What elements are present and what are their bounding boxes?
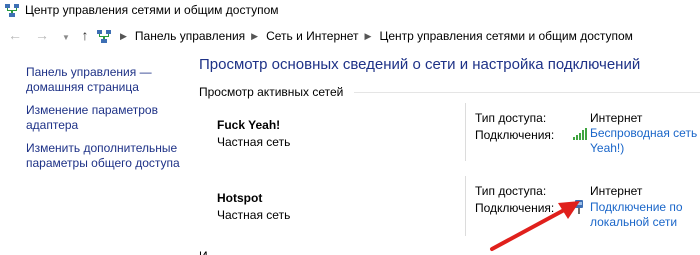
page-title: Просмотр основных сведений о сети и наст… bbox=[199, 56, 641, 73]
network-center-icon bbox=[5, 4, 19, 17]
wifi-signal-icon bbox=[573, 128, 587, 140]
sidebar-link-control-panel-home[interactable]: Панель управления — домашняя страница bbox=[26, 65, 186, 95]
network-name: Hotspot bbox=[217, 191, 263, 205]
forward-arrow-icon[interactable]: → bbox=[33, 26, 51, 44]
breadcrumb-chevron-icon[interactable]: ▶ bbox=[120, 31, 127, 42]
title-bar: Центр управления сетями и общим доступом bbox=[0, 0, 700, 22]
breadcrumb-network-center[interactable]: Центр управления сетями и общим доступом bbox=[379, 29, 633, 43]
back-arrow-icon[interactable]: ← bbox=[6, 26, 24, 44]
sidebar-link-line: Изменение параметров bbox=[26, 103, 158, 117]
connection-link-wireless[interactable]: Беспроводная сеть (Fuck Yeah!) bbox=[590, 126, 700, 156]
sidebar-link-line: Изменить дополнительные bbox=[26, 141, 178, 155]
sidebar-link-line: домашняя страница bbox=[26, 80, 139, 94]
section-divider bbox=[354, 92, 700, 93]
sidebar-link-line: адаптера bbox=[26, 118, 79, 132]
sidebar-link-advanced-sharing[interactable]: Изменить дополнительные параметры общего… bbox=[26, 141, 186, 171]
access-type-value: Интернет bbox=[590, 111, 643, 125]
access-type-label: Тип доступа: bbox=[475, 111, 547, 125]
connection-link-line: локальной сети bbox=[590, 215, 678, 229]
red-annotation-arrow-icon bbox=[490, 201, 580, 251]
breadcrumb-chevron-icon[interactable]: ▶ bbox=[365, 31, 372, 42]
connection-link-line: Подключение по bbox=[590, 200, 683, 214]
network-type: Частная сеть bbox=[217, 135, 291, 149]
section-label-active-networks: Просмотр активных сетей bbox=[199, 85, 344, 99]
connection-link-line: Беспроводная сеть (Fuck bbox=[590, 126, 700, 140]
access-type-value: Интернет bbox=[590, 184, 643, 198]
address-bar: ← → ▼ ↑ ▶ Панель управления ▶ Сеть и Инт… bbox=[0, 22, 700, 48]
network-divider bbox=[465, 176, 466, 236]
network-divider bbox=[465, 103, 466, 161]
connections-label: Подключения: bbox=[475, 128, 555, 142]
breadcrumb-control-panel[interactable]: Панель управления bbox=[135, 29, 245, 43]
window-title: Центр управления сетями и общим доступом bbox=[25, 3, 279, 17]
sidebar-link-change-adapter-settings[interactable]: Изменение параметров адаптера bbox=[26, 103, 186, 133]
sidebar-link-line: параметры общего доступа bbox=[26, 156, 180, 170]
network-name: Fuck Yeah! bbox=[217, 118, 281, 132]
sidebar-link-line: Панель управления — bbox=[26, 65, 152, 79]
breadcrumb-network-internet[interactable]: Сеть и Интернет bbox=[266, 29, 358, 43]
cut-off-section-label: И bbox=[199, 249, 208, 255]
up-arrow-icon[interactable]: ↑ bbox=[76, 26, 94, 44]
breadcrumb-chevron-icon[interactable]: ▶ bbox=[251, 31, 258, 42]
network-type: Частная сеть bbox=[217, 208, 291, 222]
sidebar: Панель управления — домашняя страница Из… bbox=[26, 65, 186, 179]
connection-link-ethernet[interactable]: Подключение по локальной сети bbox=[590, 200, 683, 230]
breadcrumb: ▶ Панель управления ▶ Сеть и Интернет ▶ … bbox=[96, 26, 633, 46]
connection-link-line: Yeah!) bbox=[590, 141, 625, 155]
control-panel-icon[interactable] bbox=[96, 29, 112, 44]
recent-locations-chevron-icon[interactable]: ▼ bbox=[57, 28, 75, 46]
